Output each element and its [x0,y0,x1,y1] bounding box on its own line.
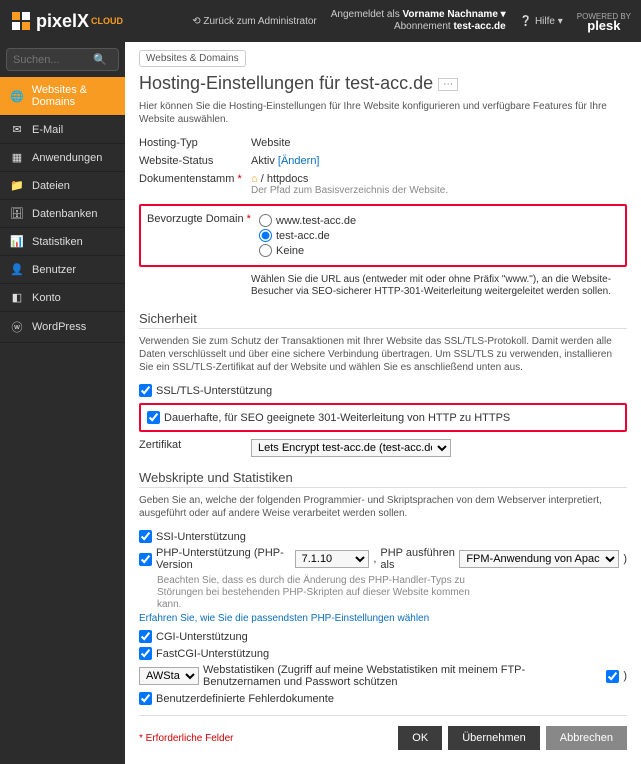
sidebar-item-wordpress[interactable]: ⓦWordPress [0,312,125,343]
docroot-hint: Der Pfad zum Basisverzeichnis der Websit… [251,185,627,197]
preferred-domain-highlight: Bevorzugte Domain * www.test-acc.de test… [139,204,627,267]
fastcgi-label: FastCGI-Unterstützung [156,648,269,660]
search-input[interactable] [13,54,93,66]
php-checkbox[interactable] [139,553,152,566]
preferred-domain-opt-root: test-acc.de [276,230,330,242]
database-icon: 🗄 [10,207,24,220]
certificate-select[interactable]: Lets Encrypt test-acc.de (test-acc.de) [251,439,451,457]
docroot-label: Dokumentenstamm [139,173,234,185]
cgi-checkbox[interactable] [139,630,152,643]
sidebar-item-users[interactable]: 👤Benutzer [0,256,125,284]
top-right: ⟲ Zurück zum Administrator Angemeldet al… [192,9,641,33]
ssi-checkbox[interactable] [139,530,152,543]
cancel-button[interactable]: Abbrechen [546,726,627,750]
hosting-type-label: Hosting-Typ [139,137,251,149]
search-box[interactable]: 🔍 [6,48,119,71]
preferred-domain-hint: Wählen Sie die URL aus (entweder mit ode… [251,274,627,298]
sidebar-item-apps[interactable]: ▦Anwendungen [0,144,125,172]
sidebar: 🔍 🌐Websites & Domains ✉E-Mail ▦Anwendung… [0,42,125,764]
ssl-support-label: SSL/TLS-Unterstützung [156,385,272,397]
brand-name: pixelX [36,11,89,32]
breadcrumb[interactable]: Websites & Domains [139,50,246,67]
website-status-label: Website-Status [139,155,251,167]
security-desc: Verwenden Sie zum Schutz der Transaktion… [139,335,627,374]
brand-sub: CLOUD [91,16,123,26]
php-version-select[interactable]: 7.1.10 [295,550,370,568]
back-to-admin-link[interactable]: ⟲ Zurück zum Administrator [192,16,317,27]
ssi-label: SSI-Unterstützung [156,531,246,543]
user-menu[interactable]: Angemeldet als Vorname Nachname Abonneme… [331,9,506,33]
security-heading: Sicherheit [139,311,627,329]
title-menu-button[interactable]: ⋯ [438,78,458,91]
globe-icon: 🌐 [10,90,24,103]
certificate-label: Zertifikat [139,439,251,457]
sidebar-item-websites[interactable]: 🌐Websites & Domains [0,77,125,116]
preferred-domain-radio-none[interactable] [259,244,272,257]
content: Websites & Domains Hosting-Einstellungen… [125,42,641,764]
sidebar-item-account[interactable]: ◧Konto [0,284,125,312]
brand-logo: pixelXCLOUD [0,10,133,32]
page-title: Hosting-Einstellungen für test-acc.de ⋯ [139,73,627,94]
mail-icon: ✉ [10,123,24,136]
sidebar-item-databases[interactable]: 🗄Datenbanken [0,200,125,228]
user-icon: 👤 [10,263,24,276]
apps-icon: ▦ [10,151,24,164]
home-icon: ⌂ [251,173,258,185]
php-settings-link[interactable]: Erfahren Sie, wie Sie die passendsten PH… [139,613,627,624]
required-fields-note: * Erforderliche Felder [139,733,233,744]
plesk-badge: POWERED BY plesk [577,12,631,30]
php-hint: Beachten Sie, dass es durch die Änderung… [157,575,487,611]
scripts-desc: Geben Sie an, welche der folgenden Progr… [139,494,627,520]
sidebar-item-stats[interactable]: 📊Statistiken [0,228,125,256]
change-status-link[interactable]: [Ändern] [278,155,320,167]
apply-button[interactable]: Übernehmen [448,726,540,750]
cgi-label: CGI-Unterstützung [156,631,248,643]
webstats-protect-checkbox[interactable] [606,670,619,683]
preferred-domain-radio-www[interactable] [259,214,272,227]
preferred-domain-radio-root[interactable] [259,229,272,242]
seo-redirect-label: Dauerhafte, für SEO geeignete 301-Weiter… [164,412,510,424]
ok-button[interactable]: OK [398,726,442,750]
hosting-type-value: Website [251,137,627,149]
wordpress-icon: ⓦ [10,319,24,335]
preferred-domain-label: Bevorzugte Domain [147,213,244,225]
webstats-select[interactable]: AWStats [139,667,199,685]
folder-icon: 📁 [10,179,24,192]
php-run-as-select[interactable]: FPM-Anwendung von Apache bedient [459,550,619,568]
chart-icon: 📊 [10,235,24,248]
sidebar-item-files[interactable]: 📁Dateien [0,172,125,200]
webstats-label: Webstatistiken (Zugriff auf meine Websta… [203,664,602,688]
scripts-heading: Webskripte und Statistiken [139,470,627,488]
redirect-highlight: Dauerhafte, für SEO geeignete 301-Weiter… [139,403,627,432]
php-run-as-label: PHP ausführen als [380,547,455,571]
errdocs-checkbox[interactable] [139,692,152,705]
seo-redirect-checkbox[interactable] [147,411,160,424]
help-link[interactable]: ❔ Hilfe [520,16,563,27]
ssl-support-checkbox[interactable] [139,384,152,397]
top-bar: pixelXCLOUD ⟲ Zurück zum Administrator A… [0,0,641,42]
account-icon: ◧ [10,291,24,304]
php-label: PHP-Unterstützung (PHP-Version [156,547,291,571]
website-status-value: Aktiv [251,155,275,167]
fastcgi-checkbox[interactable] [139,647,152,660]
page-intro: Hier können Sie die Hosting-Einstellunge… [139,100,627,126]
errdocs-label: Benutzerdefinierte Fehlerdokumente [156,693,334,705]
sidebar-item-email[interactable]: ✉E-Mail [0,116,125,144]
preferred-domain-opt-none: Keine [276,245,304,257]
docroot-value: / httpdocs [261,173,309,185]
preferred-domain-opt-www: www.test-acc.de [276,215,356,227]
